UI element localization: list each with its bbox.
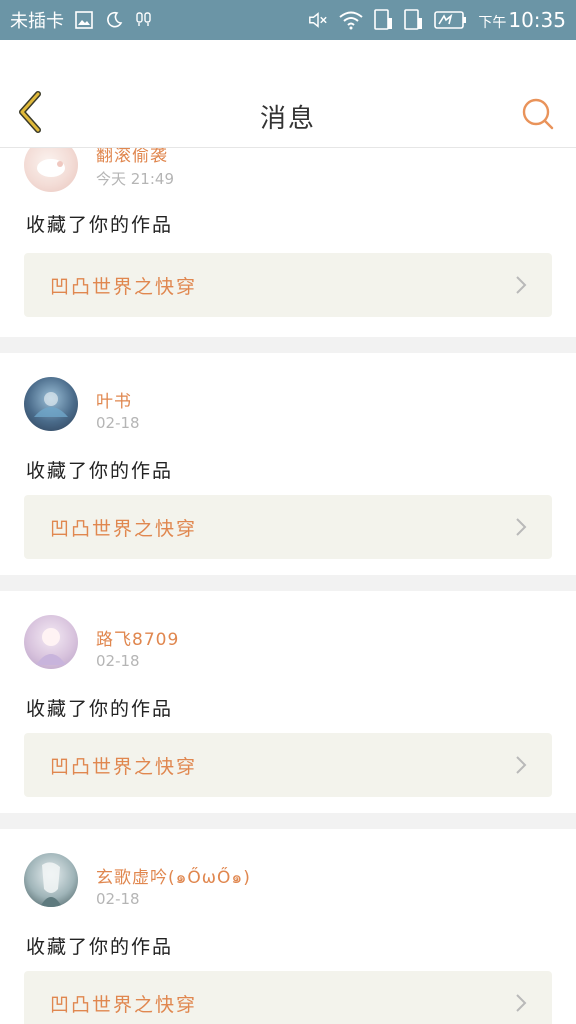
username[interactable]: 路飞8709	[96, 625, 179, 650]
message-text: 收藏了你的作品	[26, 698, 174, 720]
notification-card: 玄歌虚吟(๑ŐωŐ๑) 02-18 收藏了你的作品 凹凸世界之快穿	[0, 829, 576, 1024]
work-link[interactable]: 凹凸世界之快穿	[24, 253, 552, 317]
avatar[interactable]	[24, 853, 78, 907]
avatar[interactable]	[24, 615, 78, 669]
work-title: 凹凸世界之快穿	[50, 993, 198, 1016]
work-link[interactable]: 凹凸世界之快穿	[24, 495, 552, 559]
sim2-signal-icon	[404, 9, 424, 30]
app-bar: 消息	[0, 40, 576, 148]
mute-icon	[308, 10, 328, 30]
search-button[interactable]	[518, 94, 558, 134]
search-icon	[522, 98, 554, 130]
notification-list[interactable]: 翻滚偷袭 今天 21:49 收藏了你的作品 凹凸世界之快穿 叶书 02-18 收…	[0, 148, 576, 1024]
notification-icon	[134, 10, 154, 30]
status-bar: 未插卡 下午 10:35	[0, 0, 576, 40]
username[interactable]: 叶书	[96, 387, 132, 412]
work-link[interactable]: 凹凸世界之快穿	[24, 971, 552, 1024]
page-title: 消息	[259, 104, 316, 134]
status-bar-right: 下午 10:35	[308, 8, 566, 32]
moon-icon	[104, 10, 124, 30]
battery-icon	[434, 10, 468, 30]
timestamp: 今天 21:49	[96, 170, 174, 188]
clock-time: 10:35	[508, 8, 566, 32]
username[interactable]: 翻滚偷袭	[96, 148, 168, 166]
image-icon	[74, 10, 94, 30]
username[interactable]: 玄歌虚吟(๑ŐωŐ๑)	[96, 863, 251, 891]
work-title: 凹凸世界之快穿	[50, 517, 198, 540]
notification-card: 翻滚偷袭 今天 21:49 收藏了你的作品 凹凸世界之快穿	[0, 148, 576, 337]
avatar[interactable]	[24, 148, 78, 192]
chevron-right-icon	[514, 517, 528, 537]
message-text: 收藏了你的作品	[26, 214, 174, 236]
wifi-icon	[338, 10, 364, 30]
carrier-label: 未插卡	[10, 11, 64, 32]
timestamp: 02-18	[96, 414, 140, 432]
avatar[interactable]	[24, 377, 78, 431]
timestamp: 02-18	[96, 652, 140, 670]
chevron-right-icon	[514, 993, 528, 1013]
notification-card: 叶书 02-18 收藏了你的作品 凹凸世界之快穿	[0, 353, 576, 575]
message-text: 收藏了你的作品	[26, 936, 174, 958]
notification-card: 路飞8709 02-18 收藏了你的作品 凹凸世界之快穿	[0, 591, 576, 813]
work-title: 凹凸世界之快穿	[50, 275, 198, 298]
work-link[interactable]: 凹凸世界之快穿	[24, 733, 552, 797]
status-bar-left: 未插卡	[10, 7, 154, 33]
work-title: 凹凸世界之快穿	[50, 755, 198, 778]
chevron-right-icon	[514, 755, 528, 775]
timestamp: 02-18	[96, 890, 140, 908]
sim1-signal-icon	[374, 9, 394, 30]
ampm-label: 下午	[478, 15, 507, 31]
message-text: 收藏了你的作品	[26, 460, 174, 482]
chevron-right-icon	[514, 275, 528, 295]
